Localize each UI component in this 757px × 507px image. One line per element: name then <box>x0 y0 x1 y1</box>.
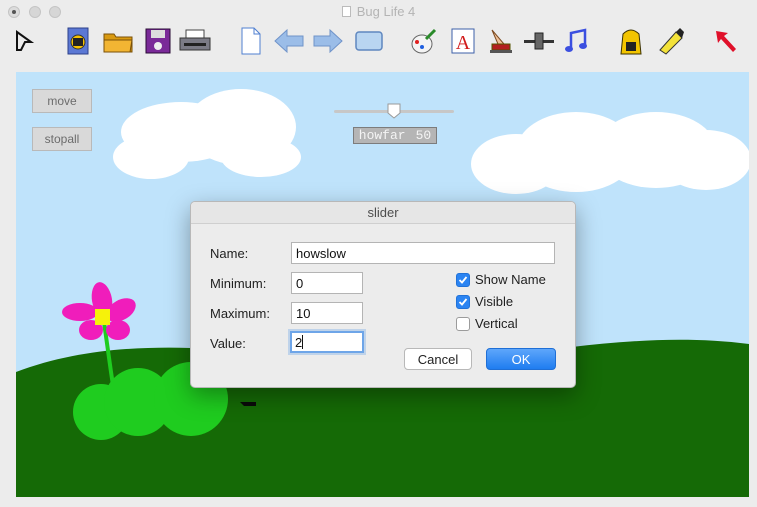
howfar-slider[interactable] <box>334 102 454 122</box>
stopall-button[interactable]: stopall <box>32 127 92 151</box>
dialog-title: slider <box>191 202 575 224</box>
vertical-checkbox[interactable] <box>456 317 470 331</box>
flower <box>62 282 136 340</box>
sound-tool-icon[interactable] <box>560 24 594 58</box>
slider-thumb[interactable] <box>387 103 401 119</box>
value-text: 2 <box>295 335 303 350</box>
slider-value: 50 <box>415 128 432 143</box>
visible-checkbox[interactable] <box>456 295 470 309</box>
highlighter-icon[interactable] <box>654 24 688 58</box>
paint-tool-icon[interactable] <box>406 24 440 58</box>
value-field[interactable]: 2 <box>290 331 364 353</box>
name-field[interactable]: howslow <box>291 242 555 264</box>
move-button[interactable]: move <box>32 89 92 113</box>
save-disk-icon[interactable] <box>141 24 175 58</box>
print-icon[interactable] <box>178 24 212 58</box>
checkmark-icon <box>458 298 468 306</box>
window-title: Bug Life 4 <box>0 4 757 19</box>
rectangle-tool-icon[interactable] <box>352 24 386 58</box>
show-name-label: Show Name <box>475 272 546 287</box>
red-arrow-icon[interactable] <box>709 24 743 58</box>
minimum-field[interactable]: 0 <box>291 272 363 294</box>
stamp-tool-icon[interactable] <box>484 24 518 58</box>
svg-text:A: A <box>456 32 471 54</box>
slider-name: howfar <box>358 128 406 143</box>
cloud-left <box>113 89 301 179</box>
maximum-label: Maximum: <box>210 306 270 321</box>
name-label: Name: <box>210 246 249 261</box>
document-icon <box>341 6 351 17</box>
text-tool-icon[interactable]: A <box>446 24 480 58</box>
value-label: Value: <box>210 336 246 351</box>
cancel-button[interactable]: Cancel <box>404 348 472 370</box>
slider-tool-icon[interactable] <box>522 24 556 58</box>
forward-arrow-icon[interactable] <box>311 24 345 58</box>
open-project-icon[interactable] <box>62 24 96 58</box>
ok-button[interactable]: OK <box>486 348 556 370</box>
toolbar: A <box>0 22 757 66</box>
slider-readout: howfar 50 <box>353 127 437 144</box>
title-bar: Bug Life 4 <box>0 0 757 22</box>
slider-dialog: slider Name: howslow Minimum: 0 Maximum:… <box>190 201 576 388</box>
minimum-label: Minimum: <box>210 276 267 291</box>
new-page-icon[interactable] <box>234 24 268 58</box>
show-name-checkbox[interactable] <box>456 273 470 287</box>
cloud-right <box>471 112 749 194</box>
pointer-tool-icon[interactable] <box>8 24 42 58</box>
open-folder-icon[interactable] <box>101 24 135 58</box>
checkmark-icon <box>458 276 468 284</box>
maximum-field[interactable]: 10 <box>291 302 363 324</box>
back-arrow-icon[interactable] <box>272 24 306 58</box>
visible-label: Visible <box>475 294 514 309</box>
app-window: Bug Life 4 A move stopall howfar 50 slid… <box>0 0 757 507</box>
vertical-label: Vertical <box>475 316 518 331</box>
backpack-icon[interactable] <box>614 24 648 58</box>
text-cursor <box>302 335 304 349</box>
